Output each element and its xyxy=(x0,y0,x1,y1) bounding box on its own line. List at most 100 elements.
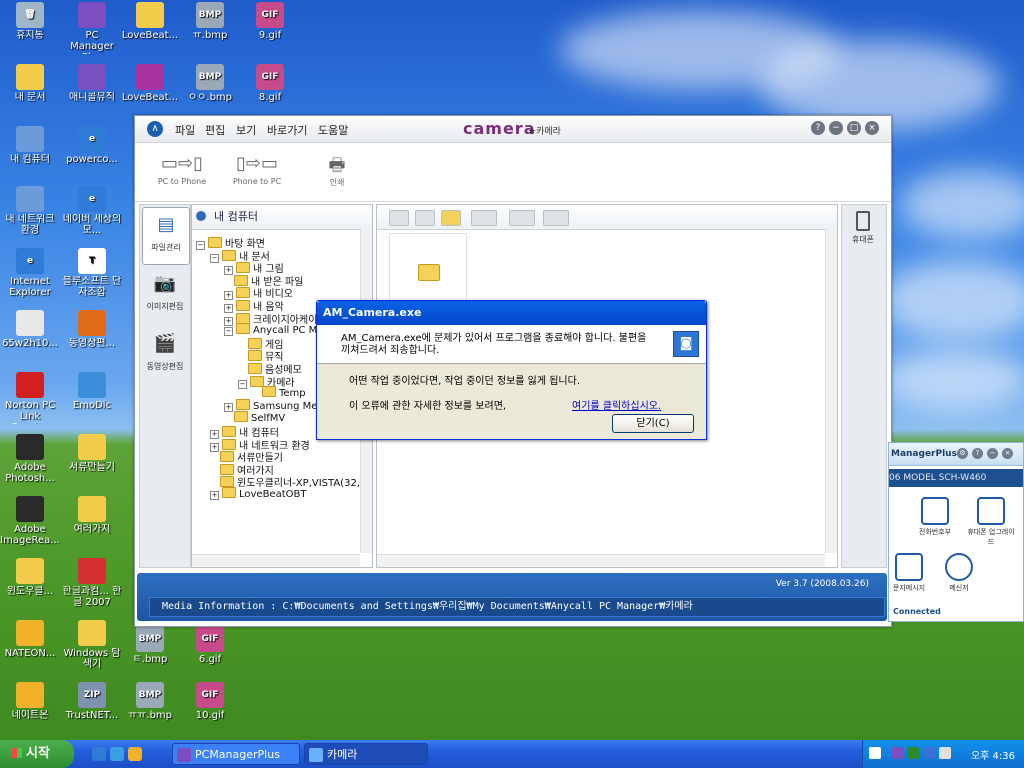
desktop-icon[interactable]: 🗑 휴지통 xyxy=(0,2,60,41)
taskbar-item-pcmanagerplus[interactable]: PCManagerPlus xyxy=(172,743,300,765)
messenger-quicklaunch-icon[interactable] xyxy=(128,747,142,761)
desktop-icon[interactable]: Adobe ImageRea... xyxy=(0,496,60,546)
sort-icon[interactable] xyxy=(509,210,535,226)
view-mode-icon[interactable] xyxy=(471,210,497,226)
move-icon[interactable] xyxy=(415,210,435,226)
desktop-icon[interactable]: LoveBeat... xyxy=(120,2,180,41)
tree-node[interactable]: Temp xyxy=(252,386,306,399)
tab-image-edit[interactable]: 📷 이미지편집 xyxy=(142,267,188,323)
desktop-icon[interactable]: NATEON... xyxy=(0,620,60,659)
desktop-icon[interactable]: ZIP TrustNET... xyxy=(62,682,122,721)
folder-icon xyxy=(222,426,236,437)
tree-horizontal-scrollbar[interactable] xyxy=(192,554,360,567)
desktop-icon[interactable]: T 블루소프트 단자조합 xyxy=(62,248,122,298)
desktop-icon[interactable]: 윈도우클... xyxy=(0,558,60,597)
close-button[interactable]: 닫기(C) xyxy=(612,414,694,433)
desktop-icon[interactable]: Norton PC Link Service xyxy=(0,372,60,424)
media-quicklaunch-icon[interactable] xyxy=(110,747,124,761)
menu-view[interactable]: 보기 xyxy=(236,122,256,138)
network-tray-icon[interactable] xyxy=(907,747,919,759)
desktop-icon[interactable]: LoveBeat... xyxy=(120,64,180,103)
details-prompt: 이 오류에 관한 자세한 정보를 보려면, xyxy=(349,401,507,412)
tab-phone[interactable]: 휴대폰 xyxy=(844,209,882,249)
desktop-icon-label: LoveBeat... xyxy=(121,92,179,103)
help-tray-icon[interactable] xyxy=(869,747,881,759)
desktop-icon[interactable]: PC Manager Plus xyxy=(62,2,122,54)
desktop-icon[interactable]: e powerco... xyxy=(62,126,122,165)
minimize-icon[interactable]: − xyxy=(829,121,843,135)
phone-to-pc-button[interactable]: ▯⇨▭ Phone to PC xyxy=(232,153,282,186)
desktop-icon[interactable]: 65w2h10... xyxy=(0,310,60,349)
desktop-icon[interactable]: 여러가지 xyxy=(62,496,122,535)
help-icon[interactable]: ? xyxy=(972,448,983,459)
print-button[interactable]: 🖶 인쇄 xyxy=(317,153,357,188)
ie-quicklaunch-icon[interactable] xyxy=(92,747,106,761)
expand-toggle-icon[interactable]: − xyxy=(238,379,247,389)
phone-upgrade-button[interactable]: 휴대폰 업그레이드 xyxy=(965,497,1017,547)
manager-tray-icon[interactable] xyxy=(891,747,903,759)
desktop-icon[interactable]: BMP ㅠㅠ.bmp xyxy=(120,682,180,721)
help-icon[interactable]: ? xyxy=(811,121,825,135)
desktop-icon[interactable]: 내 네트워크 환경 xyxy=(0,186,60,236)
desktop-icon[interactable]: 서류만들기 xyxy=(62,434,122,473)
menu-file[interactable]: 파일 xyxy=(175,122,195,138)
tree-node[interactable]: + LoveBeatOBT xyxy=(210,487,307,500)
copy-icon[interactable] xyxy=(389,210,409,226)
pc-to-phone-button[interactable]: ▭⇨▯ PC to Phone xyxy=(157,153,207,186)
desktop-icon[interactable]: GIF 10.gif xyxy=(180,682,240,721)
folder-icon xyxy=(78,496,106,522)
app-logo-icon[interactable]: ∧ xyxy=(147,121,163,137)
close-icon[interactable]: × xyxy=(1002,448,1013,459)
p-tray-icon[interactable] xyxy=(923,747,935,759)
tab-video-edit[interactable]: 🎬 동영상편집 xyxy=(142,327,188,383)
desktop-icon[interactable]: Windows 탐색기 xyxy=(62,620,122,670)
delete-icon[interactable] xyxy=(543,210,569,226)
expand-toggle-icon[interactable]: + xyxy=(210,491,219,500)
menu-shortcut[interactable]: 바로가기 xyxy=(267,122,307,138)
file-horizontal-scrollbar[interactable] xyxy=(377,554,825,567)
desktop-icon[interactable]: 동영상편... xyxy=(62,310,122,349)
desktop-icon[interactable]: GIF 9.gif xyxy=(240,2,300,41)
volume-tray-icon[interactable] xyxy=(939,747,951,759)
desktop-icon[interactable]: 내 문서 xyxy=(0,64,60,103)
file-vertical-scrollbar[interactable] xyxy=(825,229,837,553)
menu-edit[interactable]: 편집 xyxy=(205,122,225,138)
messenger-button[interactable]: 메신저 xyxy=(933,553,985,593)
folder-icon xyxy=(220,476,234,488)
expand-toggle-icon[interactable]: − xyxy=(196,241,205,250)
tree-node[interactable]: SelfMV xyxy=(224,411,285,424)
desktop-icon-label: 윈도우클... xyxy=(6,586,54,597)
settings-icon[interactable]: ⚙ xyxy=(957,448,968,459)
details-link[interactable]: 여기를 클릭하십시오. xyxy=(572,397,661,412)
minimize-icon[interactable]: − xyxy=(987,448,998,459)
menu-help[interactable]: 도움말 xyxy=(318,122,348,138)
phonebook-button[interactable]: 전화번호부 xyxy=(909,497,961,537)
tab-file-management[interactable]: ▤ 파일관리 xyxy=(142,207,190,265)
desktop-icon[interactable]: 한글과컴... 한글 2007 xyxy=(62,558,122,608)
desktop-icon[interactable]: 네이트온 xyxy=(0,682,60,721)
tree-node[interactable]: + Samsung Med xyxy=(224,398,324,412)
new-folder-icon[interactable] xyxy=(441,210,461,226)
desktop-icon[interactable]: 애니콜뮤직 xyxy=(62,64,122,103)
ie-icon: e xyxy=(16,248,44,274)
close-icon[interactable]: × xyxy=(865,121,879,135)
desktop-icon[interactable]: BMP ㅇㅇ.bmp xyxy=(180,64,240,103)
expand-toggle-icon[interactable]: − xyxy=(224,327,233,337)
desktop-icon[interactable]: GIF 8.gif xyxy=(240,64,300,103)
desktop-icon[interactable]: e 네이버 세상의 모... xyxy=(62,186,122,236)
desktop-icon[interactable]: e Internet Explorer xyxy=(0,248,60,298)
desktop-icon[interactable]: BMP ㅌ.bmp xyxy=(120,626,180,665)
taskbar-item-camera[interactable]: 카메라 xyxy=(304,743,428,765)
tree-node[interactable]: − Anycall PC Ma xyxy=(224,323,323,337)
expand-toggle-icon[interactable]: − xyxy=(210,253,219,263)
text-message-button[interactable]: 문자메시지 xyxy=(883,553,935,593)
desktop-icon[interactable]: GIF 6.gif xyxy=(180,626,240,665)
maximize-icon[interactable]: □ xyxy=(847,121,861,135)
desktop-icon[interactable]: Adobe Photosh... xyxy=(0,434,60,484)
desktop-icon[interactable]: BMP ㅠ.bmp xyxy=(180,2,240,41)
start-button[interactable]: 시작 xyxy=(0,740,74,768)
desktop-icon[interactable]: EmoDic xyxy=(62,372,122,411)
desktop-icon[interactable]: 내 컴퓨터 xyxy=(0,126,60,165)
document-icon xyxy=(16,310,44,336)
